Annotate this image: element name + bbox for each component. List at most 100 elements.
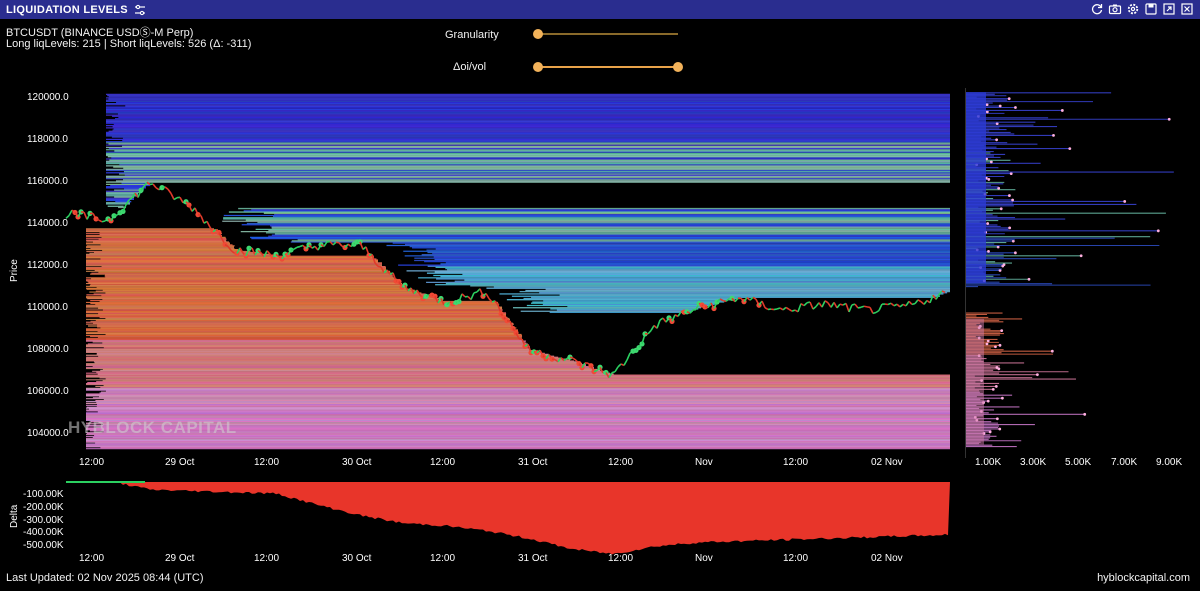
- volume-dot: [1008, 194, 1011, 197]
- price-segment: [773, 308, 778, 311]
- price-segment: [869, 307, 874, 314]
- volume-dot: [1050, 349, 1054, 353]
- volume-dot: [998, 104, 1002, 108]
- price-segment: [164, 186, 169, 190]
- time-tick-label: Nov: [695, 457, 713, 468]
- price-segment: [782, 306, 787, 311]
- price-segment: [866, 306, 871, 309]
- price-segment: [785, 306, 790, 310]
- price-segment: [308, 244, 313, 249]
- price-segment: [470, 292, 475, 300]
- volume-dot: [1068, 147, 1072, 151]
- price-segment: [338, 242, 343, 247]
- volume-dot: [1014, 251, 1017, 255]
- price-segment: [890, 302, 895, 307]
- time-tick-label: 30 Oct: [342, 457, 372, 468]
- volume-profile: [965, 88, 1174, 458]
- last-updated-text: Last Updated: 02 Nov 2025 08:44 (UTC): [6, 572, 204, 584]
- volume-dot: [994, 385, 998, 388]
- volume-dot: [995, 138, 999, 142]
- volume-dot: [1000, 329, 1004, 333]
- delta-tick-label: -100.00K: [23, 488, 64, 500]
- price-segment: [800, 302, 805, 307]
- delta-tick-label: -400.00K: [23, 527, 64, 539]
- price-segment: [857, 306, 862, 309]
- price-segment: [170, 193, 175, 200]
- price-segment: [914, 299, 919, 305]
- volume-tick-label: 7.00K: [1111, 457, 1138, 468]
- price-segment: [812, 305, 817, 310]
- volume-dot: [1156, 229, 1160, 233]
- price-tick-label: 112000.0: [27, 260, 68, 272]
- price-segment: [152, 183, 157, 189]
- price-segment: [797, 303, 802, 313]
- price-segment: [197, 213, 202, 217]
- price-tick-label: 114000.0: [27, 218, 68, 230]
- price-tick-label: 108000.0: [27, 344, 69, 356]
- price-segment: [614, 366, 619, 373]
- volume-tick-label: 5.00K: [1065, 457, 1092, 468]
- price-segment: [788, 308, 793, 312]
- price-segment: [68, 209, 73, 217]
- volume-dot: [1027, 277, 1031, 281]
- site-link[interactable]: hyblockcapital.com: [1097, 572, 1190, 584]
- price-segment: [377, 265, 382, 268]
- price-segment: [824, 300, 829, 304]
- price-tick-label: 106000.0: [27, 386, 69, 398]
- price-segment: [878, 303, 883, 311]
- price-segment: [872, 311, 877, 315]
- volume-dot: [1123, 200, 1127, 203]
- price-segment: [101, 220, 106, 223]
- volume-dot: [1079, 254, 1083, 258]
- price-tick-label: 104000.0: [27, 428, 69, 440]
- price-tick-label: 110000.0: [27, 302, 68, 314]
- volume-tick-label: 9.00K: [1156, 457, 1183, 468]
- price-segment: [911, 302, 916, 306]
- price-segment: [461, 293, 466, 298]
- price-segment: [833, 302, 838, 309]
- delta-time-tick-label: 29 Oct: [165, 553, 195, 564]
- price-segment: [776, 307, 781, 310]
- price-segment: [845, 303, 850, 313]
- price-segment: [83, 211, 88, 220]
- price-tick-label: 120000.0: [27, 92, 69, 104]
- price-segment: [617, 363, 622, 368]
- volume-dot: [986, 399, 990, 403]
- liquidation-levels: [86, 93, 950, 450]
- delta-time-tick-label: 02 Nov: [871, 553, 903, 564]
- price-segment: [650, 325, 655, 331]
- time-tick-label: 12:00: [254, 457, 280, 468]
- price-segment: [473, 291, 478, 294]
- volume-dot: [1011, 198, 1015, 202]
- price-axis-label: Price: [9, 259, 20, 282]
- time-tick-label: 12:00: [430, 457, 456, 468]
- volume-profile-axis: [965, 88, 966, 458]
- volume-dot: [1008, 226, 1012, 230]
- volume-dot: [995, 417, 999, 421]
- price-segment: [764, 306, 769, 311]
- price-segment: [200, 215, 205, 224]
- price-segment: [266, 250, 271, 255]
- price-segment: [206, 221, 211, 228]
- time-tick-label: 12:00: [783, 457, 809, 468]
- time-tick-label: 29 Oct: [165, 457, 195, 468]
- volume-dot: [991, 387, 995, 391]
- price-segment: [917, 299, 922, 303]
- price-segment: [290, 248, 295, 251]
- delta-tick-label: -300.00K: [23, 514, 64, 526]
- volume-dot: [1060, 109, 1064, 112]
- volume-block-short: [966, 92, 986, 284]
- price-segment: [155, 187, 160, 191]
- price-segment: [656, 319, 661, 329]
- price-segment: [98, 219, 103, 223]
- volume-dot: [987, 178, 991, 181]
- delta-area: [66, 482, 950, 555]
- volume-dot: [998, 343, 1002, 347]
- delta-tick-label: -500.00K: [23, 540, 64, 552]
- volume-block-long: [966, 318, 984, 445]
- price-tick-label: 118000.0: [27, 134, 68, 146]
- price-segment: [803, 302, 808, 307]
- price-segment: [761, 300, 766, 309]
- price-segment: [863, 305, 868, 308]
- price-segment: [809, 301, 814, 310]
